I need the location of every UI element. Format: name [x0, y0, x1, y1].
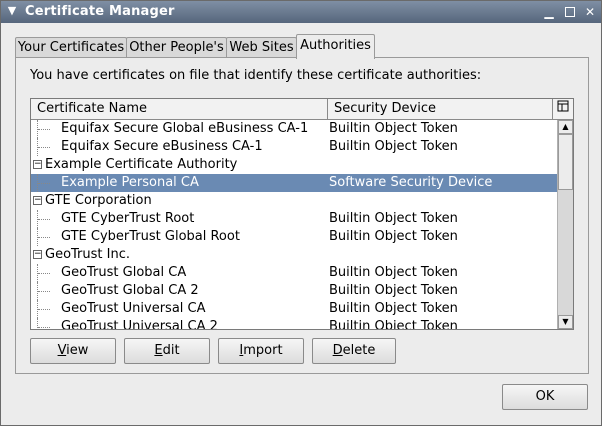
collapse-icon[interactable]: − — [33, 196, 42, 205]
tab-other-peoples[interactable]: Other People's — [126, 37, 227, 58]
panel-description: You have certificates on file that ident… — [30, 68, 482, 83]
security-device: Builtin Object Token — [329, 265, 458, 280]
view-mnemonic: V — [57, 343, 67, 358]
delete-mnemonic: D — [332, 343, 343, 358]
scroll-thumb[interactable] — [558, 134, 573, 190]
minimize-icon[interactable]: ▁ — [541, 4, 557, 20]
certificate-name: GTE Corporation — [45, 193, 152, 208]
security-device: Builtin Object Token — [329, 211, 458, 226]
scroll-up-icon[interactable]: ▲ — [558, 120, 573, 134]
tree-connector-horizontal — [38, 219, 50, 220]
security-device: Builtin Object Token — [329, 283, 458, 298]
column-header-security-device[interactable]: Security Device — [328, 99, 553, 119]
column-picker-icon[interactable] — [553, 99, 573, 119]
certificate-name: Equifax Secure Global eBusiness CA-1 — [61, 121, 309, 136]
tree-connector-horizontal — [38, 327, 50, 328]
tree-row[interactable]: Example Personal CA Software Security Dev… — [31, 174, 557, 192]
title-bar[interactable]: ▼ Certificate Manager ▁ ✕ — [1, 1, 601, 23]
certificate-manager-window: ▼ Certificate Manager ▁ ✕ Your Certifica… — [0, 0, 602, 426]
tree-group-row[interactable]: − GTE Corporation — [31, 192, 557, 210]
scroll-down-icon[interactable]: ▼ — [558, 315, 573, 329]
edit-label: dit — [162, 343, 180, 358]
certificate-name: GTE CyberTrust Global Root — [61, 229, 240, 244]
collapse-icon[interactable]: − — [33, 250, 42, 259]
tab-web-sites[interactable]: Web Sites — [226, 37, 297, 58]
tree-connector-horizontal — [38, 183, 50, 184]
tree-row[interactable]: GTE CyberTrust Global Root Builtin Object… — [31, 228, 557, 246]
tree-row[interactable]: GeoTrust Global CA Builtin Object Token — [31, 264, 557, 282]
maximize-icon[interactable] — [562, 4, 578, 20]
tree-connector-horizontal — [38, 147, 50, 148]
tree-group-row[interactable]: − GeoTrust Inc. — [31, 246, 557, 264]
security-device: Builtin Object Token — [329, 121, 458, 136]
tree-header: Certificate Name Security Device — [31, 99, 573, 120]
delete-label: elete — [342, 343, 376, 358]
certificate-name: GeoTrust Universal CA 2 — [61, 319, 218, 329]
security-device: Builtin Object Token — [329, 301, 458, 316]
tree-connector-horizontal — [38, 309, 50, 310]
tree-rows: Equifax Secure Global eBusiness CA-1 Buil… — [31, 120, 557, 329]
tree-connector-horizontal — [38, 291, 50, 292]
certificate-name: GeoTrust Inc. — [45, 247, 130, 262]
security-device: Builtin Object Token — [329, 139, 458, 154]
tree-row[interactable]: GeoTrust Universal CA Builtin Object Toke… — [31, 300, 557, 318]
security-device: Software Security Device — [329, 175, 493, 190]
import-label: mport — [243, 343, 283, 358]
column-header-certificate-name[interactable]: Certificate Name — [31, 99, 328, 119]
certificate-name: Example Personal CA — [61, 175, 199, 190]
vertical-scrollbar[interactable]: ▲ ▼ — [557, 120, 573, 329]
certificate-name: GeoTrust Universal CA — [61, 301, 206, 316]
tree-row[interactable]: GeoTrust Global CA 2 Builtin Object Token — [31, 282, 557, 300]
tree-connector-horizontal — [38, 237, 50, 238]
ok-button[interactable]: OK — [502, 384, 588, 410]
security-device: Builtin Object Token — [329, 319, 458, 329]
tab-authorities[interactable]: Authorities — [296, 34, 375, 59]
tree-group-row[interactable]: − Example Certificate Authority — [31, 156, 557, 174]
close-icon[interactable]: ✕ — [582, 4, 598, 20]
security-device: Builtin Object Token — [329, 229, 458, 244]
edit-button[interactable]: Edit — [124, 338, 210, 364]
certificate-name: Equifax Secure eBusiness CA-1 — [61, 139, 263, 154]
import-button[interactable]: Import — [218, 338, 304, 364]
certificate-name: GeoTrust Global CA 2 — [61, 283, 199, 298]
tree-connector-horizontal — [38, 129, 50, 130]
certificate-tree[interactable]: Certificate Name Security Device Equifax… — [30, 98, 574, 330]
tree-connector-horizontal — [38, 273, 50, 274]
tab-your-certificates[interactable]: Your Certificates — [15, 37, 127, 58]
certificate-name: GTE CyberTrust Root — [61, 211, 195, 226]
tree-row[interactable]: GeoTrust Universal CA 2 Builtin Object To… — [31, 318, 557, 329]
tree-row[interactable]: GTE CyberTrust Root Builtin Object Token — [31, 210, 557, 228]
tree-row[interactable]: Equifax Secure Global eBusiness CA-1 Buil… — [31, 120, 557, 138]
window-menu-icon[interactable]: ▼ — [5, 4, 19, 18]
authorities-panel: You have certificates on file that ident… — [15, 57, 589, 374]
certificate-name: GeoTrust Global CA — [61, 265, 187, 280]
certificate-name: Example Certificate Authority — [45, 157, 238, 172]
collapse-icon[interactable]: − — [33, 160, 42, 169]
window-title: Certificate Manager — [25, 4, 175, 19]
edit-mnemonic: E — [154, 343, 163, 358]
view-button[interactable]: View — [30, 338, 116, 364]
delete-button[interactable]: Delete — [312, 338, 396, 364]
view-label: iew — [66, 343, 89, 358]
tree-row[interactable]: Equifax Secure eBusiness CA-1 Builtin Obj… — [31, 138, 557, 156]
